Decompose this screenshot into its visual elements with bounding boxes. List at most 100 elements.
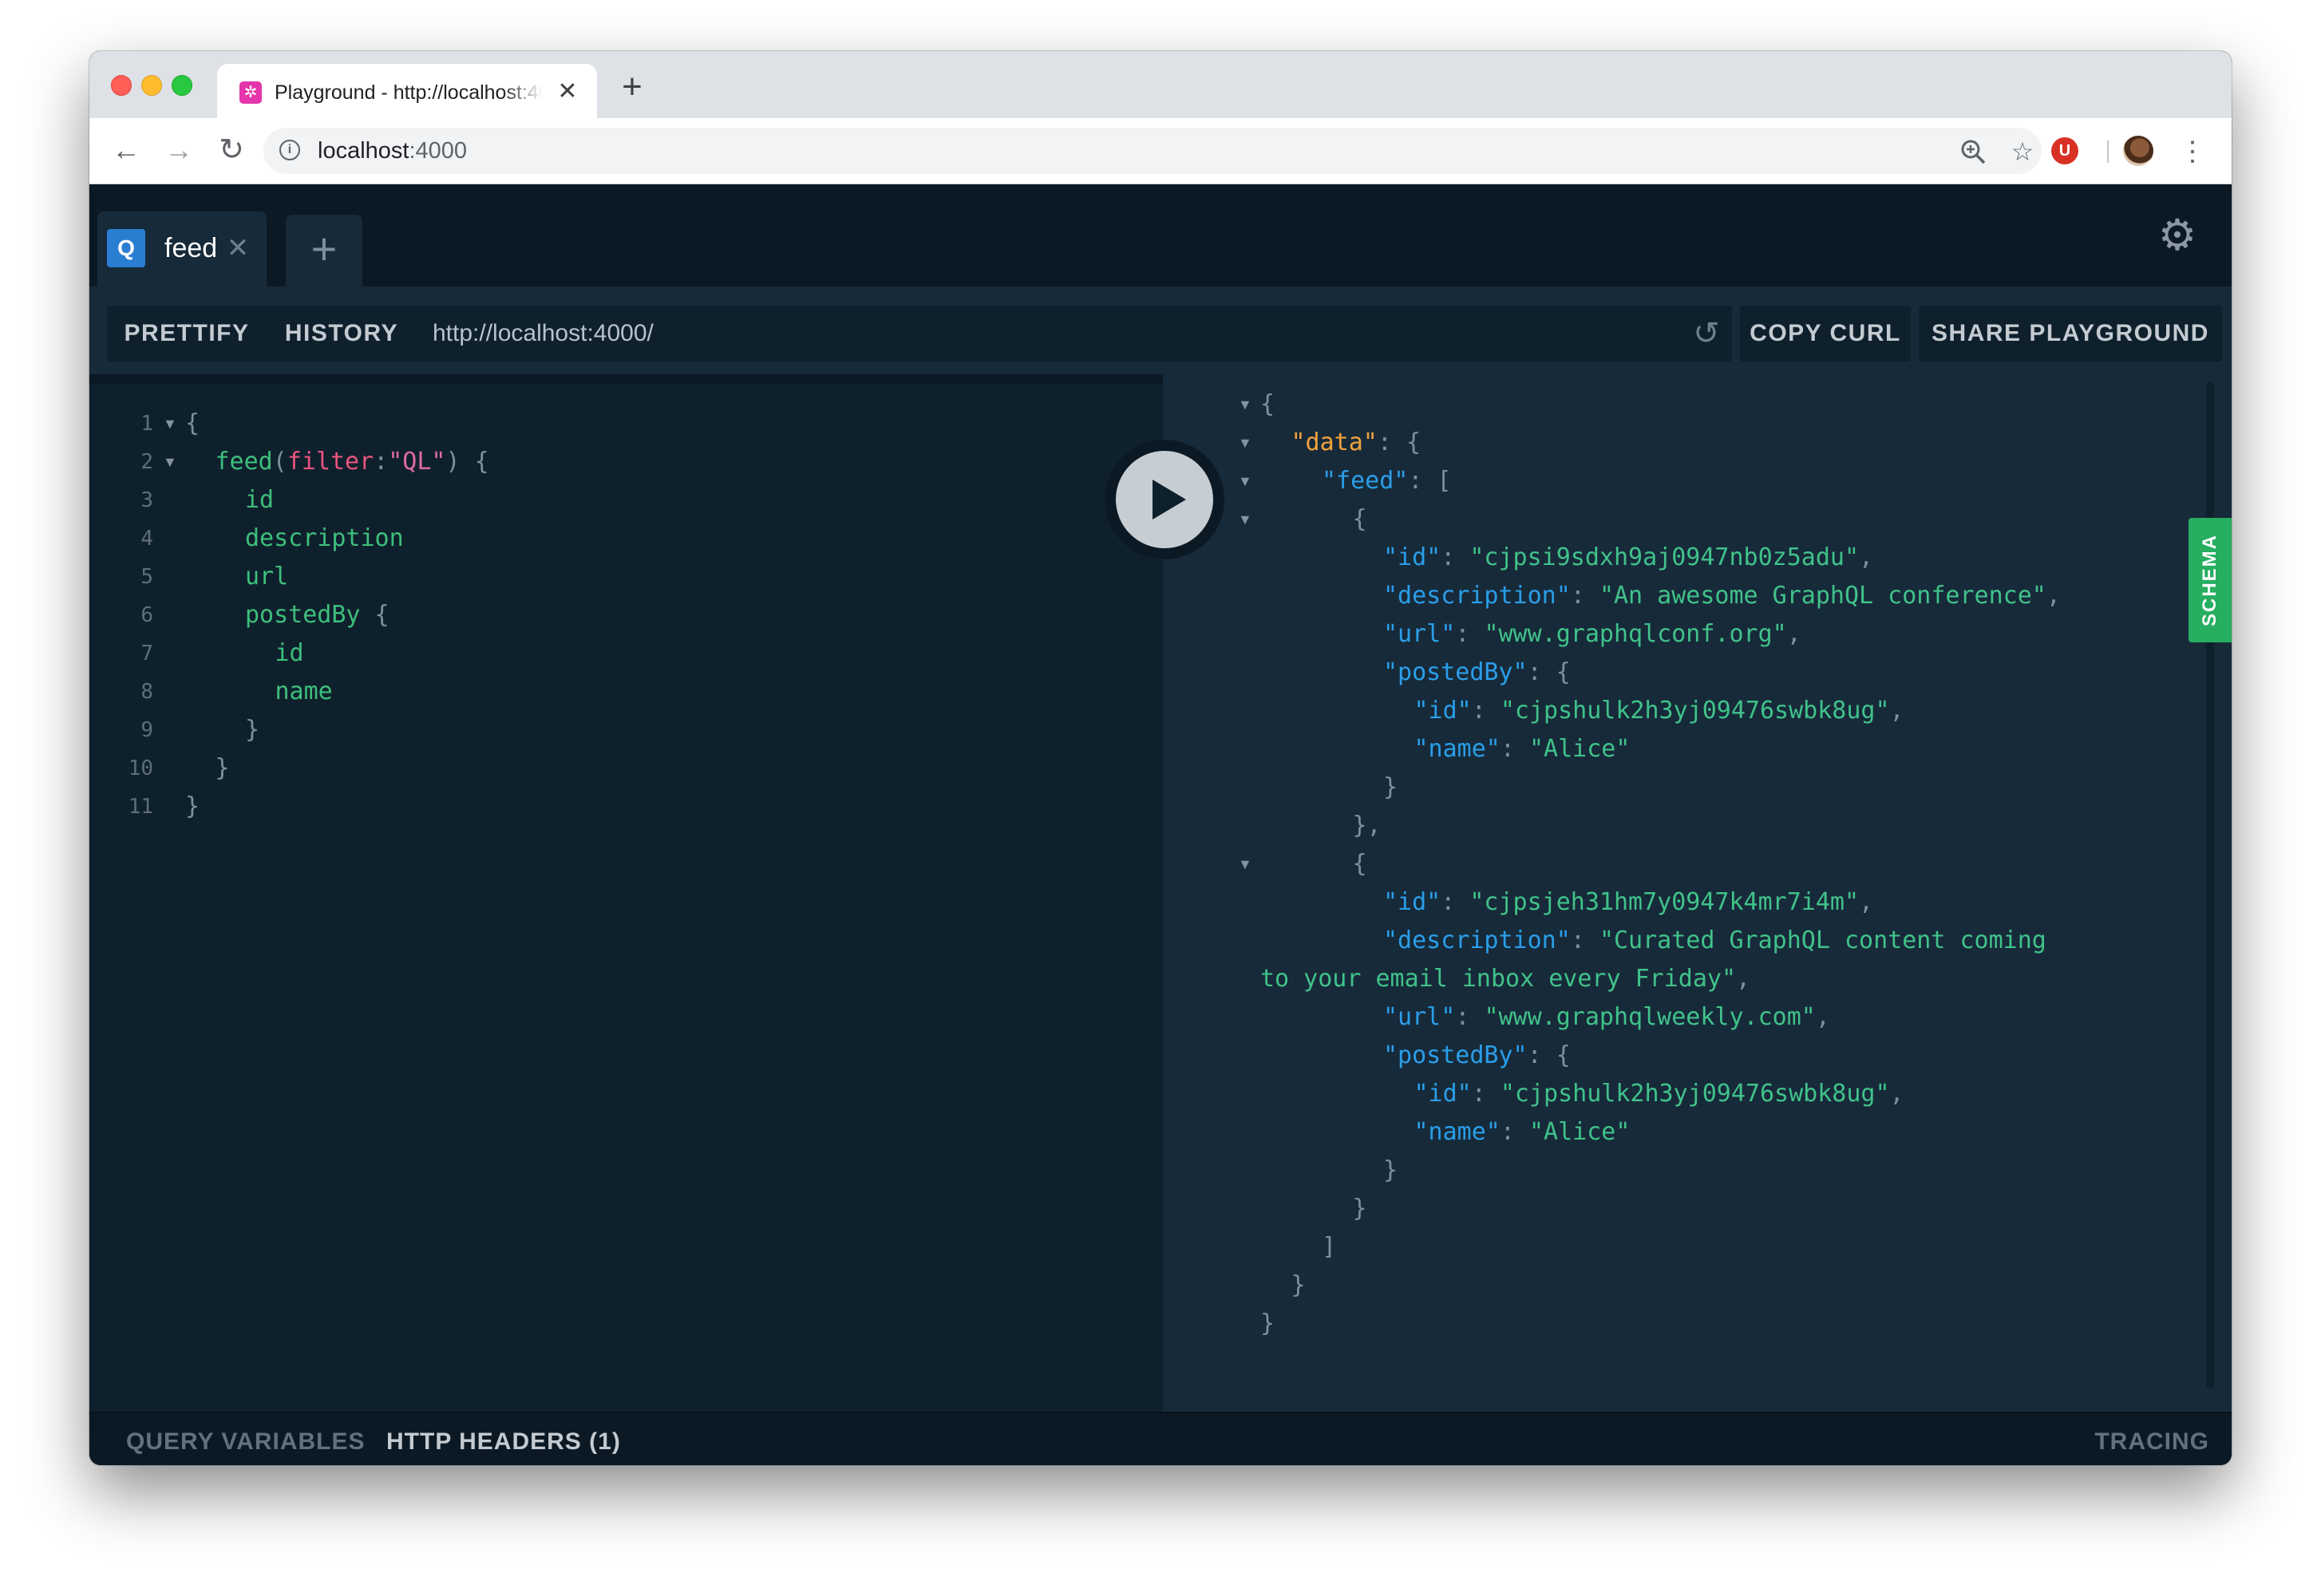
code-line: name bbox=[275, 673, 333, 711]
schema-drawer-tab[interactable]: SCHEMA bbox=[2189, 518, 2232, 642]
fold-arrow-icon[interactable]: ▼ bbox=[163, 405, 177, 443]
code-token: id bbox=[275, 639, 304, 667]
settings-gear-icon[interactable]: ⚙ bbox=[2153, 211, 2201, 259]
code-line: "url": "www.graphqlconf.org", bbox=[1383, 615, 1801, 654]
code-line: "description": "Curated GraphQL content … bbox=[1383, 922, 2046, 960]
code-token: ( bbox=[272, 448, 287, 476]
query-tab-feed[interactable]: Q feed ✕ bbox=[97, 211, 267, 286]
code-token: "www.graphqlweekly.com" bbox=[1484, 1003, 1816, 1031]
play-icon bbox=[1153, 480, 1186, 519]
code-token: "Alice" bbox=[1529, 735, 1631, 763]
code-token: : bbox=[1441, 888, 1470, 916]
reload-schema-icon[interactable]: ↺ bbox=[1687, 314, 1726, 354]
result-viewer[interactable]: ▼{▼ "data": {▼ "feed": [▼{"id": "cjpsi9sdx… bbox=[1163, 374, 2232, 1412]
code-token: : bbox=[1500, 1118, 1529, 1146]
code-line: }, bbox=[1353, 807, 1382, 845]
code-token: , bbox=[1815, 1003, 1830, 1031]
code-token: : { bbox=[1377, 429, 1421, 456]
line-number: 2 bbox=[140, 450, 153, 474]
browser-tab-close-icon[interactable]: ✕ bbox=[554, 78, 581, 105]
code-line: "name": "Alice" bbox=[1414, 1113, 1631, 1152]
tracing-tab[interactable]: TRACING bbox=[2094, 1426, 2209, 1458]
code-line: "postedBy": { bbox=[1383, 654, 1571, 692]
code-token: } bbox=[1383, 773, 1398, 801]
code-token: { bbox=[185, 409, 200, 437]
code-token: } bbox=[215, 754, 230, 782]
query-variables-tab[interactable]: QUERY VARIABLES bbox=[126, 1426, 366, 1458]
back-arrow-icon[interactable]: ← bbox=[109, 132, 144, 168]
forward-arrow-icon[interactable]: → bbox=[161, 132, 196, 168]
code-token: "url" bbox=[1383, 620, 1456, 648]
code-token: to your email inbox every Friday" bbox=[1260, 965, 1737, 993]
schema-tab-label: SCHEMA bbox=[2199, 533, 2220, 627]
profile-avatar[interactable] bbox=[2123, 136, 2153, 166]
code-line: } bbox=[1383, 768, 1398, 807]
code-token: ] bbox=[1322, 1233, 1337, 1261]
new-browser-tab-button[interactable]: + bbox=[616, 69, 648, 105]
code-token: : bbox=[1455, 620, 1485, 648]
site-info-icon[interactable]: i bbox=[279, 140, 300, 160]
code-line: postedBy { bbox=[245, 596, 389, 634]
copy-curl-button[interactable]: COPY CURL bbox=[1740, 306, 1911, 361]
fold-arrow-icon[interactable]: ▼ bbox=[1238, 424, 1252, 462]
code-token: : { bbox=[1527, 1041, 1571, 1069]
line-number: 5 bbox=[140, 565, 153, 589]
code-token: } bbox=[1291, 1271, 1306, 1299]
code-token: "postedBy" bbox=[1383, 1041, 1528, 1069]
add-query-tab-button[interactable]: + bbox=[286, 215, 362, 286]
fold-arrow-icon[interactable]: ▼ bbox=[163, 443, 177, 481]
code-token: "cjpsi9sdxh9aj0947nb0z5adu" bbox=[1469, 543, 1860, 571]
window-minimize-button[interactable] bbox=[141, 75, 162, 96]
code-token: "Alice" bbox=[1529, 1118, 1631, 1146]
browser-tab-title: Playground - http://localhost:4000 bbox=[275, 81, 543, 104]
bookmark-star-icon[interactable]: ☆ bbox=[2007, 136, 2038, 168]
code-token: "Curated GraphQL content coming bbox=[1599, 926, 2046, 954]
browser-menu-icon[interactable]: ⋮ bbox=[2179, 134, 2206, 169]
code-token: description bbox=[245, 524, 404, 552]
code-token: } bbox=[1383, 1156, 1398, 1184]
code-token: } bbox=[245, 716, 260, 744]
code-line: ] bbox=[1322, 1228, 1336, 1266]
extension-shield-icon[interactable]: U bbox=[2051, 137, 2078, 164]
fold-arrow-icon[interactable]: ▼ bbox=[1238, 845, 1252, 883]
reload-icon[interactable]: ↻ bbox=[214, 132, 249, 168]
execute-button-face bbox=[1116, 451, 1213, 548]
line-number: 7 bbox=[140, 642, 153, 666]
query-editor[interactable]: 1 ▼ {2 ▼ feed(filter:"QL") {3 id 4 description 5… bbox=[89, 374, 1163, 1412]
history-button[interactable]: HISTORY bbox=[268, 306, 415, 361]
line-number: 10 bbox=[128, 757, 153, 780]
window-zoom-button[interactable] bbox=[172, 75, 192, 96]
fold-arrow-icon[interactable]: ▼ bbox=[1238, 462, 1252, 500]
code-line: { bbox=[185, 405, 200, 443]
code-line: "description": "An awesome GraphQL confe… bbox=[1383, 577, 2061, 615]
fold-arrow-icon[interactable]: ▼ bbox=[1238, 385, 1252, 424]
fold-arrow-icon[interactable]: ▼ bbox=[1238, 500, 1252, 539]
code-token: , bbox=[1859, 543, 1874, 571]
line-number: 4 bbox=[140, 527, 153, 551]
code-token: : bbox=[1441, 543, 1470, 571]
endpoint-url-input[interactable] bbox=[410, 306, 1732, 361]
prettify-button[interactable]: PRETTIFY bbox=[107, 306, 267, 361]
graphql-playground: Q feed ✕ + ⚙ PRETTIFY HISTORY ↺ COPY CUR… bbox=[89, 184, 2232, 1465]
code-token: , bbox=[1889, 1080, 1904, 1108]
code-token: , bbox=[1736, 965, 1751, 993]
share-playground-button[interactable]: SHARE PLAYGROUND bbox=[1919, 306, 2222, 361]
code-line: } bbox=[245, 711, 259, 749]
browser-tab-playground[interactable]: ✲ Playground - http://localhost:4000 ✕ bbox=[217, 64, 597, 118]
query-tab-close-icon[interactable]: ✕ bbox=[222, 232, 254, 264]
address-bar[interactable]: i localhost:4000 bbox=[263, 128, 2042, 174]
code-line: { bbox=[1260, 385, 1275, 424]
window-close-button[interactable] bbox=[111, 75, 132, 96]
zoom-icon[interactable] bbox=[1957, 136, 1989, 168]
execute-query-button[interactable] bbox=[1105, 440, 1224, 559]
editor-top-border bbox=[89, 374, 1163, 384]
http-headers-tab[interactable]: HTTP HEADERS (1) bbox=[386, 1426, 621, 1458]
code-token: "www.graphqlconf.org" bbox=[1484, 620, 1787, 648]
code-token: "name" bbox=[1414, 735, 1501, 763]
address-bar-url[interactable]: localhost:4000 bbox=[318, 137, 467, 164]
code-token: "cjpsjeh31hm7y0947k4mr7i4m" bbox=[1469, 888, 1860, 916]
code-line: } bbox=[215, 749, 230, 788]
code-token: id bbox=[245, 486, 275, 514]
code-line: { bbox=[1353, 500, 1367, 539]
code-token: { bbox=[1260, 390, 1275, 418]
